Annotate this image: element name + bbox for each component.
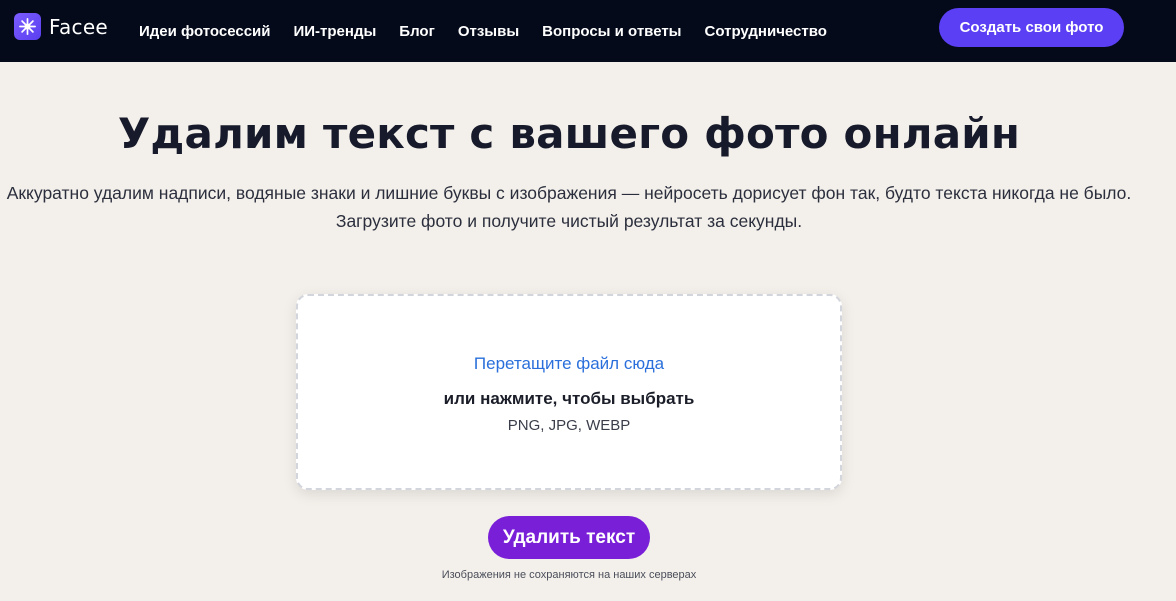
nav-faq[interactable]: Вопросы и ответы: [542, 23, 681, 40]
dropzone-click-text: или нажмите, чтобы выбрать: [443, 389, 695, 408]
file-dropzone[interactable]: Перетащите файл сюда или нажмите, чтобы …: [296, 294, 842, 490]
main-nav: Идеи фотосессий ИИ-тренды Блог Отзывы Во…: [139, 0, 827, 62]
page-title: Удалим текст с вашего фото онлайн: [117, 109, 1021, 158]
nav-ai-trends[interactable]: ИИ-тренды: [293, 23, 376, 40]
nav-blog[interactable]: Блог: [399, 23, 435, 40]
page-subtitle: Аккуратно удалим надписи, водяные знаки …: [0, 179, 1138, 235]
create-photos-button[interactable]: Создать свои фото: [939, 8, 1124, 47]
nav-photo-ideas[interactable]: Идеи фотосессий: [139, 23, 270, 40]
remove-text-button[interactable]: Удалить текст: [488, 516, 650, 559]
subtitle-line-2: Загрузите фото и получите чистый результ…: [335, 211, 803, 231]
brand-name: Facee: [49, 14, 109, 39]
privacy-note: Изображения не сохраняются на наших серв…: [441, 569, 697, 581]
dropzone-formats: PNG, JPG, WEBP: [507, 417, 631, 434]
subtitle-line-1: Аккуратно удалим надписи, водяные знаки …: [6, 183, 1132, 203]
dropzone-drag-text: Перетащите файл сюда: [473, 354, 665, 373]
top-navigation-bar: Facee Идеи фотосессий ИИ-тренды Блог Отз…: [0, 0, 1176, 62]
sparkle-logo-icon: [14, 13, 41, 40]
nav-reviews[interactable]: Отзывы: [458, 23, 519, 40]
nav-partnership[interactable]: Сотрудничество: [705, 23, 827, 40]
brand-logo-link[interactable]: Facee: [14, 13, 108, 40]
